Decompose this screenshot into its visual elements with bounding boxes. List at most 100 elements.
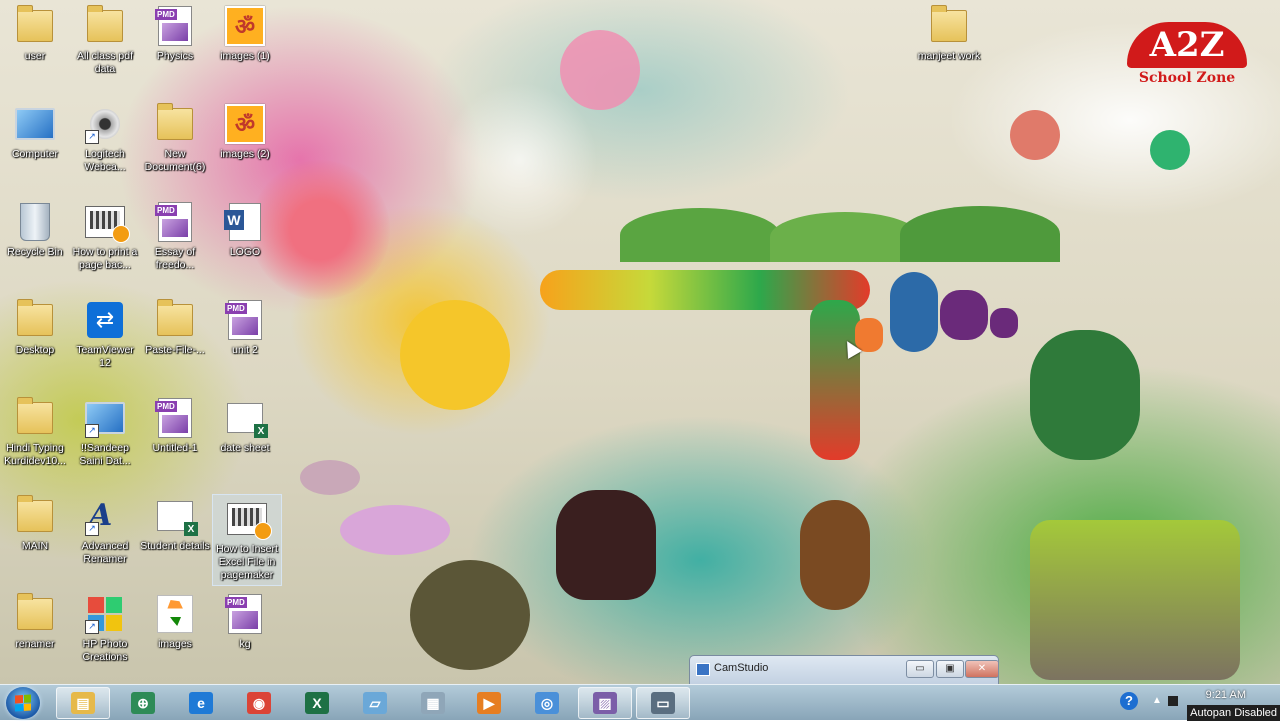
desktop-icon-label: Student details (140, 540, 210, 552)
folder-icon (157, 103, 193, 140)
desktop-icon-label: Untitled-1 (152, 442, 198, 454)
desktop-icon-paste-file[interactable]: Paste-File-... (140, 296, 210, 388)
help-icon[interactable]: ? (1120, 692, 1138, 710)
desktop-icon-sandeep-saini-data[interactable]: ↗ !!Sandeep Saini Dat... (70, 394, 140, 486)
desktop-icon-student-details[interactable]: X Student details (140, 492, 210, 584)
logo-main-text: A2Z (1127, 22, 1247, 68)
taskbar-button-chrome-alt[interactable]: ◎ (520, 687, 574, 719)
wallpaper-bubble (1010, 110, 1060, 160)
clock[interactable]: 9:21 AM (1206, 689, 1246, 701)
desktop-icon-user[interactable]: user (0, 2, 70, 94)
close-button[interactable]: ✕ (965, 660, 999, 678)
explorer-icon: ▤ (71, 692, 95, 714)
wallpaper-bubble (400, 300, 510, 410)
taskbar-button-explorer[interactable]: ▤ (56, 687, 110, 719)
calculator-icon: ▦ (421, 692, 445, 714)
taskbar-button-notes[interactable]: ▱ (348, 687, 402, 719)
desktop-icon-manjeet-work[interactable]: manjeet work (914, 2, 984, 94)
word-document-icon: W (224, 203, 261, 241)
a2z-school-zone-logo: A2Z School Zone (1124, 22, 1250, 98)
desktop-icon-label: New Document(6) (144, 148, 206, 173)
desktop-icon-label: Advanced Renamer (81, 540, 129, 565)
desktop-icon-desktop[interactable]: Desktop (0, 296, 70, 388)
desktop-icon-unit-2[interactable]: PMD unit 2 (210, 296, 280, 388)
desktop-icon-label: renamer (15, 638, 55, 650)
autopan-status: Autopan Disabled (1187, 705, 1280, 721)
desktop-icon-essay-of-freedom[interactable]: PMD Essay of freedo... (140, 198, 210, 290)
wallpaper-creature (940, 290, 988, 340)
chrome-icon: ◉ (247, 692, 271, 714)
taskbar-button-internet-explorer[interactable]: e (174, 687, 228, 719)
media-player-icon: ▶ (477, 692, 501, 714)
wallpaper-bubble (410, 560, 530, 670)
desktop-icon-how-to-print[interactable]: How to print a page bac... (70, 198, 140, 290)
window-title: CamStudio (714, 662, 769, 674)
folder-icon (157, 299, 193, 336)
start-button[interactable] (6, 687, 40, 719)
folder-icon (17, 299, 53, 336)
minimize-button[interactable]: ▭ (906, 660, 934, 678)
taskbar-button-map-app[interactable]: ⊕ (116, 687, 170, 719)
show-hidden-icons-button[interactable]: ▲ (1152, 695, 1162, 706)
taskbar-button-chrome[interactable]: ◉ (232, 687, 286, 719)
desktop-icon-advanced-renamer[interactable]: A ↗ Advanced Renamer (70, 492, 140, 584)
desktop-icon-label: Logitech Webca... (84, 148, 126, 173)
action-center-icon[interactable] (1168, 696, 1178, 706)
notes-icon: ▱ (363, 692, 387, 714)
desktop-icon-images-2[interactable]: ॐ images (2) (210, 100, 280, 192)
wallpaper-cloud (340, 505, 450, 555)
desktop-icon-label: !!Sandeep Saini Dat... (79, 442, 131, 467)
desktop-icon-teamviewer[interactable]: ⇄ TeamViewer 12 (70, 296, 140, 388)
desktop-icon-label: Essay of freedo... (154, 246, 196, 271)
excel-file-icon: X (157, 501, 198, 536)
logo-sub-text: School Zone (1138, 70, 1236, 86)
wallpaper-bubble (560, 30, 640, 110)
india-map-icon (157, 595, 193, 633)
taskbar-button-camstudio[interactable]: ▭ (636, 687, 690, 719)
paint-icon: ▨ (593, 692, 617, 714)
desktop-icon-kg[interactable]: PMD kg (210, 590, 280, 682)
desktop-icon-all-class-pdf-data[interactable]: All class pdf data (70, 2, 140, 94)
desktop-icon-how-to-insert-excel[interactable]: How to Insert Excel File in pagemaker (212, 494, 282, 586)
camstudio-window-titlebar[interactable]: CamStudio ▭ ▣ ✕ (689, 655, 999, 684)
pmd-file-icon: PMD (155, 398, 192, 438)
map-app-icon: ⊕ (131, 692, 155, 714)
user-folder-icon (17, 5, 53, 42)
desktop-icon-label: manjeet work (917, 50, 981, 62)
folder-icon (87, 5, 123, 42)
folder-icon (17, 495, 53, 532)
taskbar-button-paint[interactable]: ▨ (578, 687, 632, 719)
wallpaper-creature (1030, 330, 1140, 460)
desktop-icon-physics[interactable]: PMD Physics (140, 2, 210, 94)
desktop-icon-images-1[interactable]: ॐ images (1) (210, 2, 280, 94)
desktop-icon-label: TeamViewer 12 (76, 344, 134, 369)
desktop-icon-recycle-bin[interactable]: Recycle Bin (0, 198, 70, 290)
om-image-icon: ॐ (225, 6, 265, 46)
desktop-icon-logo[interactable]: W LOGO (210, 198, 280, 290)
desktop-icon-label: user (24, 50, 46, 62)
desktop-icon-label: How to Insert Excel File in pagemaker (216, 543, 278, 581)
desktop-icon-renamer[interactable]: renamer (0, 590, 70, 682)
desktop-icon-logitech-webcam[interactable]: ↗ Logitech Webca... (70, 100, 140, 192)
desktop-icon-hindi-typing[interactable]: Hindi Typing Kurdidev10... (0, 394, 70, 486)
taskbar-button-excel[interactable]: X (290, 687, 344, 719)
taskbar-button-calculator[interactable]: ▦ (406, 687, 460, 719)
desktop-icon-hp-photo-creations[interactable]: ↗ HP Photo Creations (70, 590, 140, 682)
desktop-icon-label: Computer (11, 148, 59, 160)
desktop-icon-label: Recycle Bin (7, 246, 63, 258)
desktop-icon-date-sheet[interactable]: X date sheet (210, 394, 280, 486)
desktop-icon-images[interactable]: images (140, 590, 210, 682)
shortcut-arrow-icon: ↗ (85, 522, 99, 536)
desktop-icon-new-document-6[interactable]: New Document(6) (140, 100, 210, 192)
pmd-file-icon: PMD (225, 594, 262, 634)
internet-explorer-icon: e (189, 692, 213, 714)
desktop-icon-label: How to print a page bac... (72, 246, 138, 271)
desktop-icon-computer[interactable]: Computer (0, 100, 70, 192)
recycle-bin-icon (20, 203, 50, 241)
desktop-icon-untitled-1[interactable]: PMD Untitled-1 (140, 394, 210, 486)
maximize-button[interactable]: ▣ (936, 660, 964, 678)
desktop-icon-main[interactable]: MAIN (0, 492, 70, 584)
desktop-icon-label: Hindi Typing Kurdidev10... (4, 442, 66, 467)
video-file-icon (85, 206, 130, 243)
taskbar-button-media-player[interactable]: ▶ (462, 687, 516, 719)
